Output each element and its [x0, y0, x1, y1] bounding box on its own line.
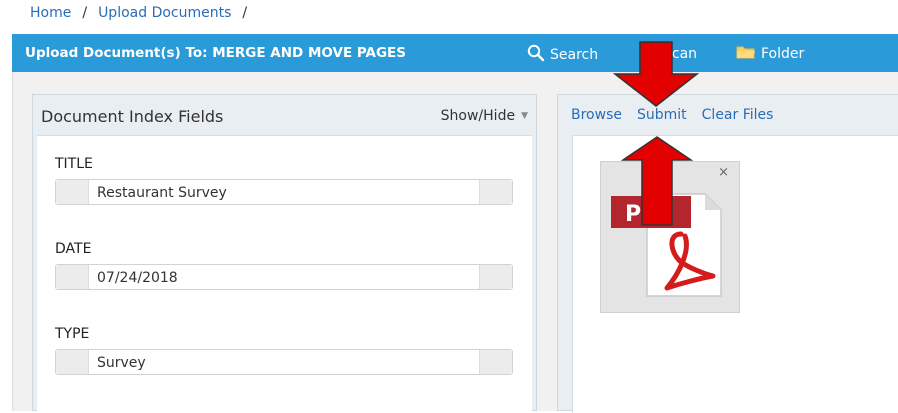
type-field-value: Survey [97, 355, 146, 371]
title-field-label: TITLE [55, 156, 93, 172]
show-hide-toggle[interactable]: Show/Hide ▼ [441, 108, 528, 124]
type-field[interactable]: Survey [55, 349, 513, 375]
title-field[interactable]: Restaurant Survey [55, 179, 513, 205]
field-addon-right [479, 180, 512, 204]
field-addon-right [479, 350, 512, 374]
caret-down-icon: ▼ [521, 111, 528, 121]
field-addon-left [56, 265, 89, 289]
document-index-fields-panel: Document Index Fields Show/Hide ▼ TITLE … [32, 94, 537, 413]
search-button[interactable]: Search [527, 44, 598, 66]
folder-button[interactable]: Folder [736, 44, 804, 64]
index-fields-body: TITLE Restaurant Survey DATE 07/24/2018 … [37, 135, 532, 413]
upload-destination-title: Upload Document(s) To: MERGE AND MOVE PA… [25, 45, 406, 61]
upload-header-bar: Upload Document(s) To: MERGE AND MOVE PA… [12, 34, 898, 72]
search-button-label: Search [550, 47, 599, 63]
panel-title: Document Index Fields [41, 107, 224, 126]
breadcrumb-separator: / [242, 5, 248, 21]
clear-files-link[interactable]: Clear Files [702, 107, 774, 123]
show-hide-label: Show/Hide [440, 108, 516, 124]
field-addon-right [479, 265, 512, 289]
date-field-label: DATE [55, 241, 92, 257]
red-arrow-icon [612, 40, 701, 112]
folder-icon [736, 44, 756, 64]
search-icon [527, 44, 545, 66]
date-field-value: 07/24/2018 [97, 270, 178, 286]
breadcrumb-upload-documents-link[interactable]: Upload Documents [98, 5, 231, 21]
type-field-label: TYPE [55, 326, 90, 342]
breadcrumb-separator: / [82, 5, 88, 21]
field-addon-left [56, 180, 89, 204]
title-field-value: Restaurant Survey [97, 185, 227, 201]
breadcrumb: Home / Upload Documents / [30, 5, 258, 21]
red-arrow-icon [620, 135, 694, 231]
field-addon-left [56, 350, 89, 374]
folder-button-label: Folder [761, 46, 805, 62]
breadcrumb-home-link[interactable]: Home [30, 5, 71, 21]
date-field[interactable]: 07/24/2018 [55, 264, 513, 290]
